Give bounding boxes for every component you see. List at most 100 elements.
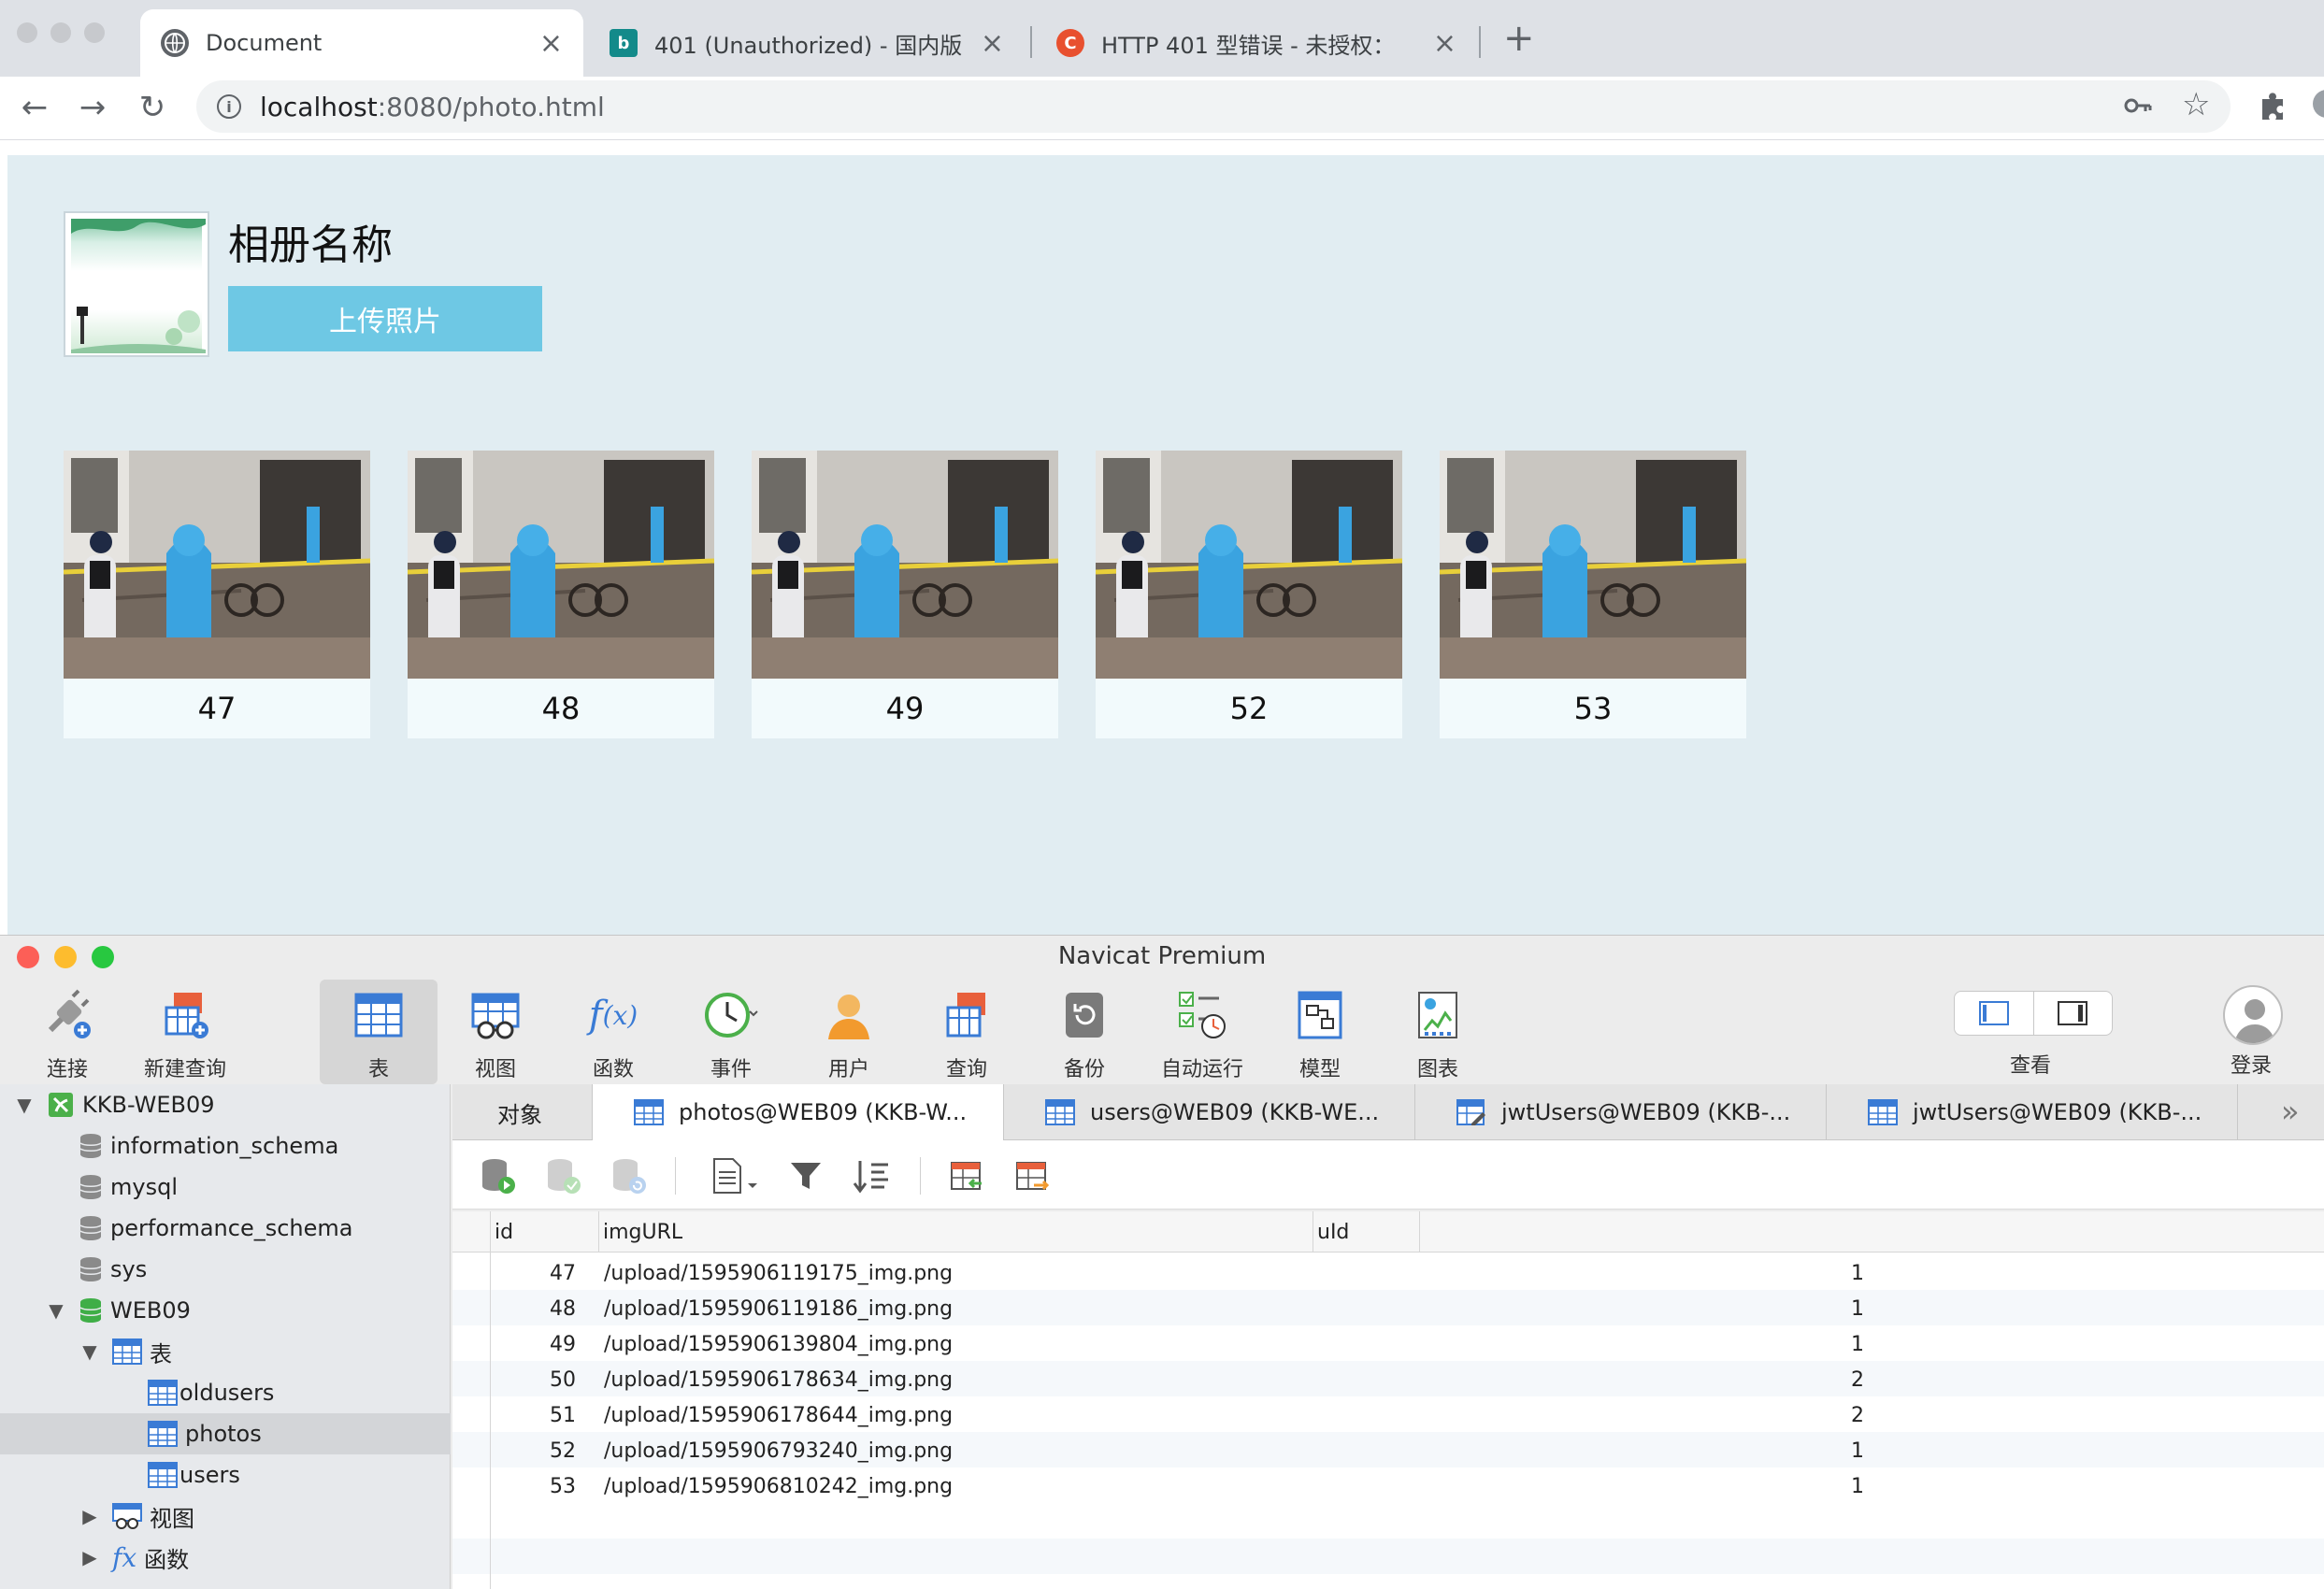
sort-icon[interactable] bbox=[851, 1155, 892, 1196]
toolbar-tables[interactable]: 表 bbox=[320, 980, 438, 1084]
window-zoom-button[interactable] bbox=[84, 22, 105, 43]
table-row[interactable]: 50 /upload/1595906178634_img.png 2 bbox=[452, 1361, 2324, 1396]
browser-tab-bing[interactable]: b 401 (Unauthorized) - 国内版 Bi × bbox=[589, 9, 1025, 77]
browser-tab-document[interactable]: Document × bbox=[140, 9, 583, 77]
cell-imgurl[interactable]: /upload/1595906810242_img.png bbox=[604, 1475, 953, 1498]
cell-uid[interactable]: 2 bbox=[1369, 1404, 1864, 1427]
tree-table-selected[interactable]: photos bbox=[0, 1413, 451, 1454]
table-row[interactable]: 52 /upload/1595906793240_img.png 1 bbox=[452, 1432, 2324, 1467]
tree-database[interactable]: mysql bbox=[0, 1167, 451, 1208]
tab-photos-table[interactable]: photos@WEB09 (KKB-W... bbox=[593, 1084, 1004, 1140]
cell-imgurl[interactable]: /upload/1595906119175_img.png bbox=[604, 1262, 953, 1285]
cell-id[interactable]: 53 bbox=[505, 1475, 576, 1498]
window-minimize-button[interactable] bbox=[50, 22, 71, 43]
close-tab-icon[interactable]: × bbox=[1433, 27, 1456, 60]
cell-id[interactable]: 51 bbox=[505, 1404, 576, 1427]
photo-card[interactable]: 53 bbox=[1440, 451, 1746, 738]
tree-tables-folder[interactable]: ▼ 表 bbox=[0, 1331, 451, 1372]
cell-uid[interactable]: 1 bbox=[1369, 1439, 1864, 1463]
expand-arrow-icon[interactable]: ▶ bbox=[80, 1505, 99, 1527]
close-tab-icon[interactable]: × bbox=[981, 27, 1004, 60]
forward-icon[interactable]: → bbox=[71, 86, 114, 129]
toolbar-backup[interactable]: 备份 bbox=[1028, 980, 1140, 1084]
tree-table[interactable]: users bbox=[0, 1454, 451, 1496]
cell-imgurl[interactable]: /upload/1595906139804_img.png bbox=[604, 1333, 953, 1356]
tab-jwtusers-design[interactable]: jwtUsers@WEB09 (KKB-... bbox=[1415, 1084, 1827, 1140]
photo-card[interactable]: 52 bbox=[1096, 451, 1402, 738]
cell-imgurl[interactable]: /upload/1595906793240_img.png bbox=[604, 1439, 953, 1463]
key-icon[interactable] bbox=[2122, 90, 2154, 122]
back-icon[interactable]: ← bbox=[13, 86, 56, 129]
tree-database[interactable]: sys bbox=[0, 1249, 451, 1290]
table-row[interactable]: 49 /upload/1595906139804_img.png 1 bbox=[452, 1325, 2324, 1361]
tree-views-folder[interactable]: ▶ 视图 bbox=[0, 1496, 451, 1537]
text-view-icon[interactable] bbox=[707, 1155, 763, 1196]
bookmark-star-icon[interactable]: ☆ bbox=[2182, 86, 2210, 123]
address-bar[interactable]: i localhost:8080/photo.html bbox=[196, 80, 2231, 133]
tab-jwtusers-table[interactable]: jwtUsers@WEB09 (KKB-... bbox=[1827, 1084, 2238, 1140]
cell-uid[interactable]: 1 bbox=[1369, 1475, 1864, 1498]
new-tab-icon[interactable]: + bbox=[1503, 17, 1535, 60]
tree-functions-folder[interactable]: ▶ fx 函数 bbox=[0, 1537, 451, 1578]
reload-icon[interactable]: ↻ bbox=[131, 86, 174, 129]
collapse-arrow-icon[interactable]: ▼ bbox=[15, 1094, 34, 1116]
cell-id[interactable]: 50 bbox=[505, 1368, 576, 1392]
cell-imgurl[interactable]: /upload/1595906178644_img.png bbox=[604, 1404, 953, 1427]
cell-uid[interactable]: 1 bbox=[1369, 1297, 1864, 1321]
table-row[interactable]: 48 /upload/1595906119186_img.png 1 bbox=[452, 1290, 2324, 1325]
tree-database[interactable]: performance_schema bbox=[0, 1208, 451, 1249]
tab-users-table[interactable]: users@WEB09 (KKB-WE... bbox=[1004, 1084, 1415, 1140]
expand-arrow-icon[interactable]: ▶ bbox=[80, 1546, 99, 1568]
table-row[interactable]: 47 /upload/1595906119175_img.png 1 bbox=[452, 1254, 2324, 1290]
tab-divider bbox=[1479, 26, 1481, 58]
close-tab-icon[interactable]: × bbox=[539, 27, 563, 60]
table-row[interactable]: 51 /upload/1595906178644_img.png 2 bbox=[452, 1396, 2324, 1432]
browser-tab-csdn[interactable]: C HTTP 401 型错误 - 未授权： × bbox=[1036, 9, 1477, 77]
collapse-arrow-icon[interactable]: ▼ bbox=[80, 1340, 99, 1363]
upload-photo-button[interactable]: 上传照片 bbox=[228, 286, 542, 351]
toolbar-views[interactable]: 视图 bbox=[439, 980, 552, 1084]
info-icon[interactable]: i bbox=[217, 94, 241, 119]
table-row[interactable]: 53 /upload/1595906810242_img.png 1 bbox=[452, 1467, 2324, 1503]
toolbar-users[interactable]: 用户 bbox=[793, 980, 905, 1084]
toolbar-connect[interactable]: 连接 bbox=[11, 980, 123, 1084]
toolbar-charts[interactable]: 图表 bbox=[1382, 980, 1494, 1084]
cell-id[interactable]: 52 bbox=[505, 1439, 576, 1463]
photo-card[interactable]: 49 bbox=[752, 451, 1058, 738]
column-header-id[interactable]: id bbox=[490, 1211, 598, 1253]
cell-uid[interactable]: 2 bbox=[1369, 1368, 1864, 1392]
window-close-button[interactable] bbox=[17, 22, 37, 43]
toolbar-events[interactable]: 事件 bbox=[675, 980, 787, 1084]
tree-database-active[interactable]: ▼ WEB09 bbox=[0, 1290, 451, 1331]
collapse-arrow-icon[interactable]: ▼ bbox=[47, 1299, 65, 1322]
photo-card[interactable]: 47 bbox=[64, 451, 370, 738]
extensions-icon[interactable] bbox=[2257, 90, 2288, 122]
cell-uid[interactable]: 1 bbox=[1369, 1333, 1864, 1356]
cell-id[interactable]: 49 bbox=[505, 1333, 576, 1356]
cell-id[interactable]: 47 bbox=[505, 1262, 576, 1285]
tab-objects[interactable]: 对象 bbox=[452, 1084, 593, 1140]
toolbar-automation[interactable]: 自动运行 bbox=[1146, 980, 1258, 1084]
cell-id[interactable]: 48 bbox=[505, 1297, 576, 1321]
export-icon[interactable] bbox=[1011, 1155, 1053, 1196]
more-tabs-icon[interactable]: » bbox=[2281, 1094, 2300, 1129]
toolbar-functions[interactable]: f (x) 函数 bbox=[557, 980, 669, 1084]
tree-connection[interactable]: ▼ KKB-WEB09 bbox=[0, 1084, 451, 1125]
toolbar-new-query[interactable]: 新建查询 bbox=[129, 980, 241, 1084]
inspector-toggle-icon[interactable] bbox=[2034, 992, 2113, 1035]
photo-card[interactable]: 48 bbox=[408, 451, 714, 738]
cell-imgurl[interactable]: /upload/1595906119186_img.png bbox=[604, 1297, 953, 1321]
toolbar-queries[interactable]: 查询 bbox=[911, 980, 1023, 1084]
tree-table[interactable]: oldusers bbox=[0, 1372, 451, 1413]
cell-imgurl[interactable]: /upload/1595906178634_img.png bbox=[604, 1368, 953, 1392]
toolbar-models[interactable]: 模型 bbox=[1264, 980, 1376, 1084]
begin-transaction-icon[interactable] bbox=[477, 1155, 518, 1196]
column-header-imgurl[interactable]: imgURL bbox=[598, 1211, 1313, 1253]
filter-icon[interactable] bbox=[785, 1155, 826, 1196]
sidebar-toggle-icon[interactable] bbox=[1955, 992, 2034, 1035]
import-icon[interactable] bbox=[946, 1155, 987, 1196]
cell-uid[interactable]: 1 bbox=[1369, 1262, 1864, 1285]
column-header-uid[interactable]: uId bbox=[1313, 1211, 1419, 1253]
login-avatar-icon[interactable] bbox=[2223, 985, 2283, 1045]
tree-database[interactable]: information_schema bbox=[0, 1125, 451, 1167]
